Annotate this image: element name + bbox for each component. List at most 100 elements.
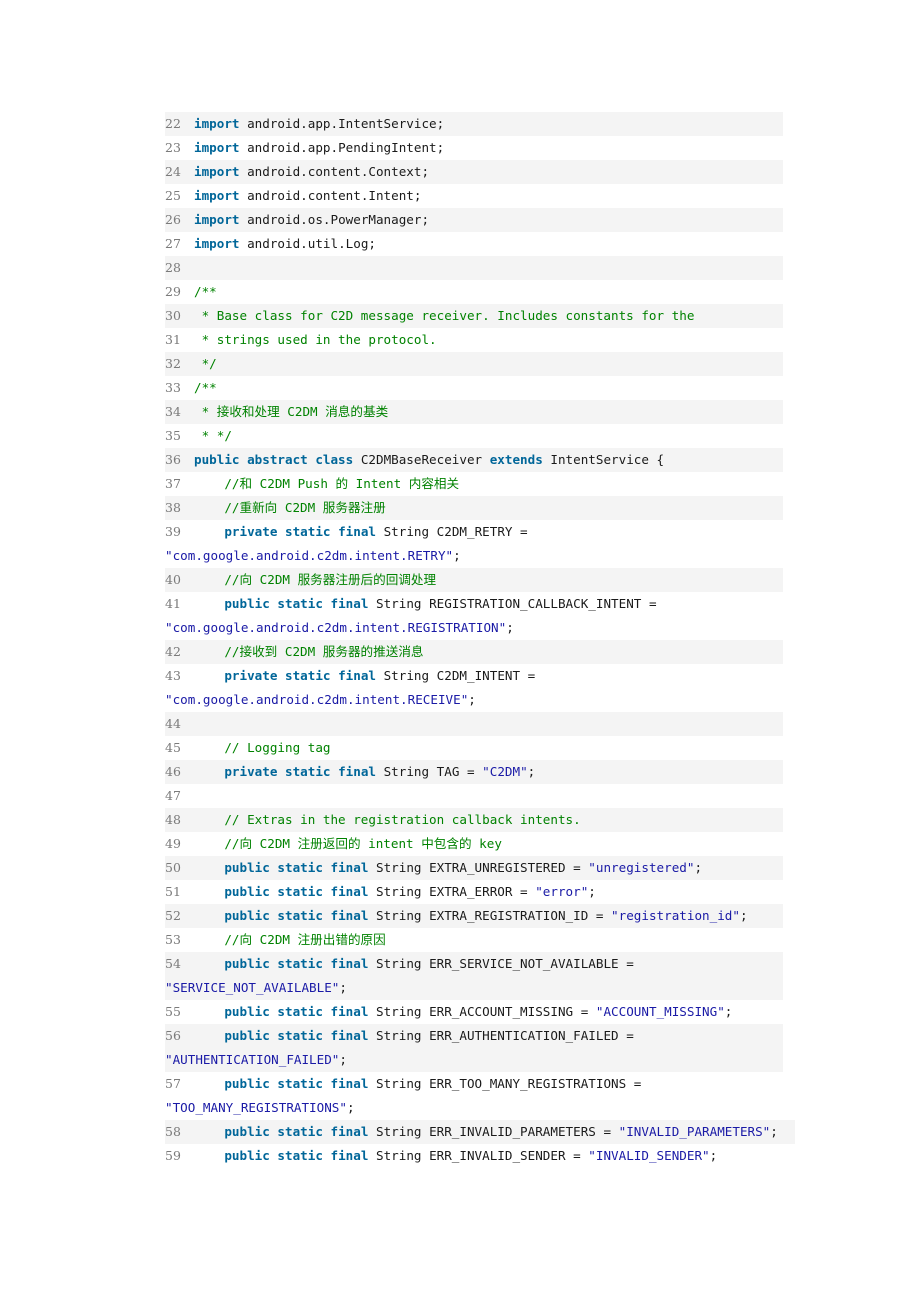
line-number: 29 [165, 284, 181, 299]
code-text: ; [346, 1100, 355, 1115]
comment-token: /** [194, 380, 217, 395]
code-line-content: 40 //向 C2DM 服务器注册后的回调处理 [165, 568, 783, 592]
code-line: 57 public static final String ERR_TOO_MA… [165, 1072, 783, 1120]
code-line: 40 //向 C2DM 服务器注册后的回调处理 [165, 568, 783, 592]
code-line-content: 37 //和 C2DM Push 的 Intent 内容相关 [165, 472, 783, 496]
string-token: "com.google.android.c2dm.intent.REGISTRA… [165, 620, 507, 635]
code-line: 43 private static final String C2DM_INTE… [165, 664, 783, 712]
code-line: 54 public static final String ERR_SERVIC… [165, 952, 783, 1000]
code-line-content: 53 //向 C2DM 注册出错的原因 [165, 928, 783, 952]
code-line: 41 public static final String REGISTRATI… [165, 592, 783, 640]
code-text: ; [453, 548, 461, 563]
code-line: 58 public static final String ERR_INVALI… [165, 1120, 795, 1144]
keyword-token: import [194, 140, 240, 155]
code-text: String EXTRA_UNREGISTERED = [368, 860, 589, 875]
code-text: android.util.Log; [239, 236, 376, 251]
code-line-content: 59 public static final String ERR_INVALI… [165, 1144, 783, 1168]
keyword-token: public static final [224, 908, 369, 923]
code-text: String ERR_TOO_MANY_REGISTRATIONS = [368, 1076, 642, 1091]
string-token: "INVALID_PARAMETERS" [618, 1124, 771, 1139]
code-line: 28 [165, 256, 783, 280]
keyword-token: private static final [224, 668, 376, 683]
line-number: 28 [165, 260, 181, 275]
comment-token: // Logging tag [194, 740, 331, 755]
keyword-token: public static final [224, 596, 369, 611]
code-line: 52 public static final String EXTRA_REGI… [165, 904, 783, 928]
code-line: 39 private static final String C2DM_RETR… [165, 520, 783, 568]
keyword-token: import [194, 212, 240, 227]
line-number: 55 [165, 1004, 181, 1019]
code-text: String ERR_INVALID_PARAMETERS = [368, 1124, 619, 1139]
code-line: 47 [165, 784, 783, 808]
keyword-token: public static final [224, 860, 369, 875]
code-line-content: 49 //向 C2DM 注册返回的 intent 中包含的 key [165, 832, 783, 856]
code-line-content: 30 * Base class for C2D message receiver… [165, 304, 783, 328]
line-number: 40 [165, 572, 181, 587]
code-text: ; [339, 1052, 347, 1067]
code-text: android.app.PendingIntent; [239, 140, 445, 155]
line-number: 26 [165, 212, 181, 227]
code-line: 37 //和 C2DM Push 的 Intent 内容相关 [165, 472, 783, 496]
code-text: android.app.IntentService; [239, 116, 445, 131]
code-text: String C2DM_INTENT = [376, 668, 536, 683]
line-number: 45 [165, 740, 181, 755]
keyword-token: private static final [224, 524, 376, 539]
code-text: String ERR_AUTHENTICATION_FAILED = [368, 1028, 634, 1043]
code-text: String ERR_SERVICE_NOT_AVAILABLE = [368, 956, 634, 971]
line-number: 36 [165, 452, 181, 467]
string-token: "unregistered" [588, 860, 695, 875]
code-line-content: 29 /** [165, 280, 783, 304]
code-text: String EXTRA_ERROR = [368, 884, 536, 899]
line-number: 43 [165, 668, 181, 683]
code-text: ; [724, 1004, 733, 1019]
code-line-wrap: "AUTHENTICATION_FAILED"; [165, 1048, 783, 1072]
code-text: ; [739, 908, 748, 923]
code-text: android.content.Intent; [239, 188, 422, 203]
keyword-token: public static final [224, 1028, 369, 1043]
comment-token: * strings used in the protocol. [194, 332, 437, 347]
keyword-token: private static final [224, 764, 376, 779]
code-line: 24 import android.content.Context; [165, 160, 783, 184]
comment-token: /** [194, 284, 217, 299]
code-text: ; [588, 884, 596, 899]
code-line: 27 import android.util.Log; [165, 232, 783, 256]
comment-token: //向 C2DM 注册出错的原因 [194, 932, 386, 947]
code-text: String REGISTRATION_CALLBACK_INTENT = [368, 596, 657, 611]
line-number: 37 [165, 476, 181, 491]
line-number: 32 [165, 356, 181, 371]
line-number: 50 [165, 860, 181, 875]
code-text: ; [506, 620, 514, 635]
line-number: 42 [165, 644, 181, 659]
code-line-content: 48 // Extras in the registration callbac… [165, 808, 783, 832]
code-line-content: 46 private static final String TAG = "C2… [165, 760, 783, 784]
code-line: 25 import android.content.Intent; [165, 184, 783, 208]
code-line: 44 [165, 712, 783, 736]
code-line: 26 import android.os.PowerManager; [165, 208, 783, 232]
line-number: 34 [165, 404, 181, 419]
code-line: 23 import android.app.PendingIntent; [165, 136, 783, 160]
code-line-content: 38 //重新向 C2DM 服务器注册 [165, 496, 783, 520]
code-line-content: 28 [165, 256, 783, 280]
keyword-token: public static final [224, 1124, 369, 1139]
code-line-content: 27 import android.util.Log; [165, 232, 783, 256]
line-number: 27 [165, 236, 181, 251]
code-line: 38 //重新向 C2DM 服务器注册 [165, 496, 783, 520]
code-line: 53 //向 C2DM 注册出错的原因 [165, 928, 783, 952]
code-text: String C2DM_RETRY = [376, 524, 528, 539]
code-line-content: 23 import android.app.PendingIntent; [165, 136, 783, 160]
code-line: 56 public static final String ERR_AUTHEN… [165, 1024, 783, 1072]
code-line-content: 57 public static final String ERR_TOO_MA… [165, 1072, 783, 1096]
line-number: 59 [165, 1148, 181, 1163]
code-line-content: 34 * 接收和处理 C2DM 消息的基类 [165, 400, 783, 424]
line-number: 35 [165, 428, 181, 443]
code-text: C2DMBaseReceiver [353, 452, 490, 467]
code-line-content: 51 public static final String EXTRA_ERRO… [165, 880, 783, 904]
code-text: ; [770, 1124, 778, 1139]
